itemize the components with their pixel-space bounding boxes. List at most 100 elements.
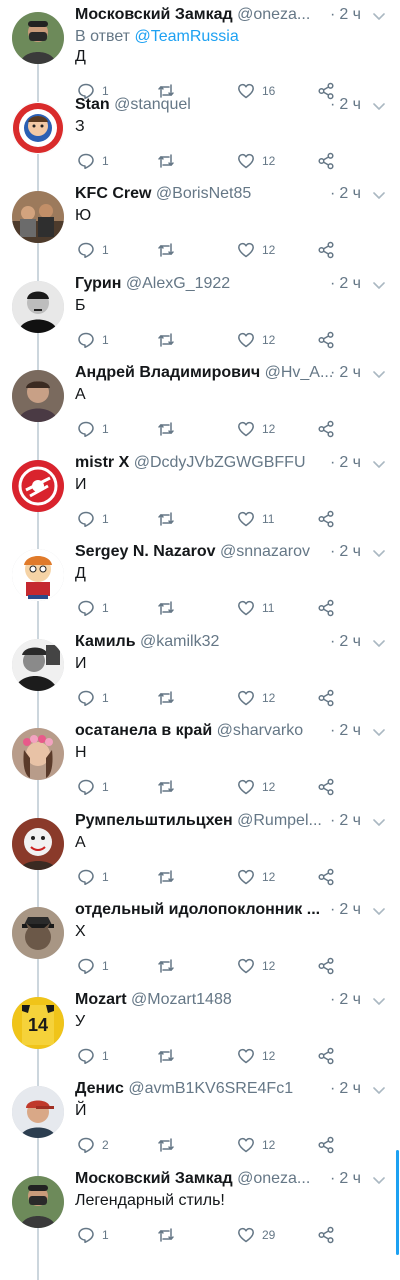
tweet-time[interactable]: · 2 ч [330, 452, 361, 474]
chevron-down-icon[interactable] [371, 903, 387, 919]
share-button[interactable] [317, 1224, 335, 1246]
display-name[interactable]: осатанела в край [75, 722, 212, 739]
tweet-time[interactable]: · 2 ч [330, 4, 361, 26]
handle[interactable]: @snnazarov [220, 543, 310, 560]
scrollbar[interactable] [396, 1150, 399, 1255]
chevron-down-icon[interactable] [371, 456, 387, 472]
like-button[interactable]: 11 [237, 597, 274, 619]
group-photo-avatar[interactable] [12, 191, 64, 243]
like-button[interactable]: 12 [237, 239, 275, 261]
chevron-down-icon[interactable] [371, 277, 387, 293]
like-button[interactable]: 11 [237, 508, 274, 530]
retweet-button[interactable] [157, 955, 182, 977]
share-button[interactable] [317, 1045, 335, 1067]
tweet-time[interactable]: · 2 ч [330, 810, 361, 832]
retweet-button[interactable] [157, 1224, 182, 1246]
handle[interactable]: @Hv_A... [265, 364, 334, 381]
tweet[interactable]: отдельный идолопоклонник ... · 2 ч Х 1 1… [0, 895, 400, 985]
handle[interactable]: @sharvarko [217, 722, 304, 739]
share-button[interactable] [317, 1134, 335, 1156]
display-name[interactable]: отдельный идолопоклонник ... [75, 901, 320, 918]
tweet-time[interactable]: · 2 ч [330, 1168, 361, 1190]
tweet-time[interactable]: · 2 ч [330, 362, 361, 384]
display-name[interactable]: mistr X [75, 454, 129, 471]
display-name[interactable]: Гурин [75, 275, 121, 292]
chevron-down-icon[interactable] [371, 1172, 387, 1188]
reply-button[interactable]: 1 [77, 1045, 109, 1067]
masked-man-avatar[interactable] [12, 1176, 64, 1228]
tweet-time[interactable]: · 2 ч [330, 1078, 361, 1100]
reply-button[interactable]: 2 [77, 1134, 109, 1156]
chevron-down-icon[interactable] [371, 545, 387, 561]
cartoon-boy-avatar[interactable] [12, 549, 64, 601]
like-button[interactable]: 29 [237, 1224, 275, 1246]
handle[interactable]: @kamilk32 [140, 633, 219, 650]
reply-mention-link[interactable]: @TeamRussia [134, 28, 238, 45]
tweet-time[interactable]: · 2 ч [330, 989, 361, 1011]
like-button[interactable]: 12 [237, 1045, 275, 1067]
club-logo-avatar[interactable] [12, 460, 64, 512]
reply-button[interactable]: 1 [77, 329, 109, 351]
like-button[interactable]: 12 [237, 955, 275, 977]
tweet-time[interactable]: · 2 ч [330, 631, 361, 653]
retweet-button[interactable] [157, 776, 182, 798]
retweet-button[interactable] [157, 1134, 182, 1156]
chevron-down-icon[interactable] [371, 98, 387, 114]
jersey-14-avatar[interactable]: 14 [12, 997, 64, 1049]
like-button[interactable]: 12 [237, 418, 275, 440]
handle[interactable]: @stanquel [114, 96, 191, 113]
handle[interactable]: @oneza... [237, 1170, 310, 1187]
masked-face-avatar[interactable] [12, 818, 64, 870]
share-button[interactable] [317, 418, 335, 440]
chevron-down-icon[interactable] [371, 724, 387, 740]
man-in-cap-avatar[interactable] [12, 1086, 64, 1138]
handle[interactable]: @Rumpel... [237, 812, 322, 829]
reply-button[interactable]: 1 [77, 418, 109, 440]
reply-button[interactable]: 1 [77, 866, 109, 888]
chevron-down-icon[interactable] [371, 8, 387, 24]
bw-soldier-avatar[interactable] [12, 639, 64, 691]
display-name[interactable]: Stan [75, 96, 110, 113]
retweet-button[interactable] [157, 866, 182, 888]
chevron-down-icon[interactable] [371, 187, 387, 203]
tweet-time[interactable]: · 2 ч [330, 899, 361, 921]
handle[interactable]: @avmB1KV6SRE4Fc1 [128, 1080, 293, 1097]
share-button[interactable] [317, 597, 335, 619]
handle[interactable]: @oneza... [237, 6, 310, 23]
retweet-button[interactable] [157, 150, 182, 172]
display-name[interactable]: Андрей Владимирович [75, 364, 260, 381]
like-button[interactable]: 12 [237, 776, 275, 798]
tweet-time[interactable]: · 2 ч [330, 273, 361, 295]
handle[interactable]: @AlexG_1922 [126, 275, 230, 292]
tweet[interactable]: Камиль @kamilk32 · 2 ч И 1 12 [0, 627, 400, 717]
retweet-button[interactable] [157, 1045, 182, 1067]
portrait-avatar[interactable] [12, 370, 64, 422]
reply-button[interactable]: 1 [77, 150, 109, 172]
like-button[interactable]: 12 [237, 1134, 275, 1156]
handle[interactable]: @Mozart1488 [131, 991, 232, 1008]
like-button[interactable]: 12 [237, 329, 275, 351]
display-name[interactable]: Московский Замкад [75, 1170, 233, 1187]
retweet-button[interactable] [157, 418, 182, 440]
tweet[interactable]: Денис @avmB1KV6SRE4Fc1 · 2 ч Й 2 12 [0, 1074, 400, 1164]
tweet[interactable]: mistr X @DcdyJVbZGWGBFFU · 2 ч И 1 11 [0, 448, 400, 538]
like-button[interactable]: 12 [237, 150, 275, 172]
share-button[interactable] [317, 687, 335, 709]
display-name[interactable]: Mozart [75, 991, 127, 1008]
retweet-button[interactable] [157, 687, 182, 709]
flower-crown-avatar[interactable] [12, 728, 64, 780]
like-button[interactable]: 12 [237, 687, 275, 709]
tweet-time[interactable]: · 2 ч [330, 94, 361, 116]
share-button[interactable] [317, 150, 335, 172]
bw-portrait-avatar[interactable] [12, 281, 64, 333]
display-name[interactable]: Sergey N. Nazarov [75, 543, 216, 560]
tweet[interactable]: Гурин @AlexG_1922 · 2 ч Б 1 12 [0, 269, 400, 359]
tweet[interactable]: Stan @stanquel · 2 ч З 1 12 [0, 90, 400, 180]
officer-cat-avatar[interactable] [12, 907, 64, 959]
reply-button[interactable]: 1 [77, 955, 109, 977]
reply-button[interactable]: 1 [77, 687, 109, 709]
reply-button[interactable]: 1 [77, 239, 109, 261]
chevron-down-icon[interactable] [371, 635, 387, 651]
share-button[interactable] [317, 955, 335, 977]
display-name[interactable]: Денис [75, 1080, 124, 1097]
